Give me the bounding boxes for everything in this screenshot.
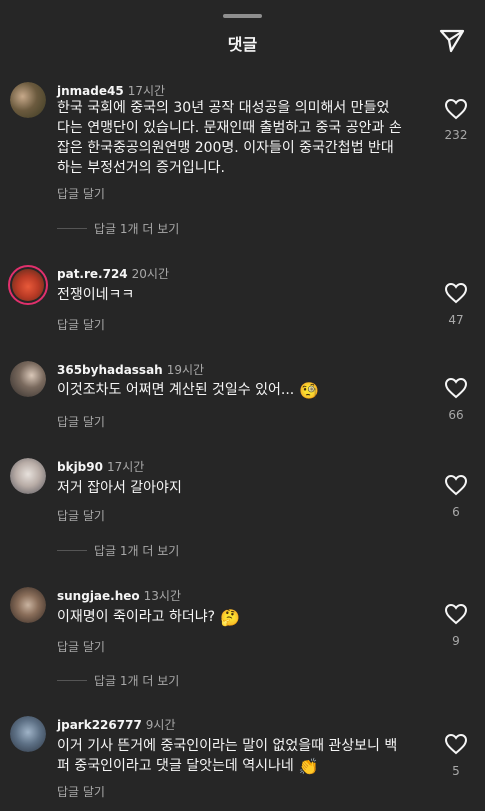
comment-meta: bkjb90 17시간 <box>57 458 144 475</box>
view-more-replies-label: 답글 1개 더 보기 <box>94 674 180 688</box>
thinking-face-emoji: 🤔 <box>220 608 240 627</box>
comment-text: 이것조차도 어쩌면 계산된 것일수 있어... 🧐 <box>57 380 432 400</box>
reply-thread-line <box>57 680 87 681</box>
like-count: 47 <box>448 313 464 327</box>
avatar-image <box>12 269 44 301</box>
timestamp: 13시간 <box>143 589 182 603</box>
avatar[interactable] <box>10 82 46 118</box>
username[interactable]: jpark226777 <box>57 718 142 732</box>
reply-button[interactable]: 답글 달기 <box>57 413 105 430</box>
comment-item: pat.re.724 20시간 전쟁이네ㅋㅋ 답글 달기 47 <box>0 265 485 335</box>
timestamp: 17시간 <box>106 460 145 474</box>
comment-meta: jpark226777 9시간 <box>57 716 176 733</box>
reply-thread-line <box>57 550 87 551</box>
comment-text: 한국 국회에 중국의 30년 공작 대성공을 의미해서 만들었 다는 연맹단이 … <box>57 100 402 176</box>
avatar-image <box>10 458 46 494</box>
comment-meta: 365byhadassah 19시간 <box>57 361 204 378</box>
view-more-replies-button[interactable]: 답글 1개 더 보기 <box>57 672 179 689</box>
avatar[interactable] <box>10 361 46 397</box>
reply-button[interactable]: 답글 달기 <box>57 185 105 202</box>
username[interactable]: bkjb90 <box>57 460 103 474</box>
avatar-image <box>10 82 46 118</box>
comment-text-content: 이것조차도 어쩌면 계산된 것일수 있어... <box>57 382 295 398</box>
view-more-replies-label: 답글 1개 더 보기 <box>94 544 180 558</box>
comment-item: 365byhadassah 19시간 이것조차도 어쩌면 계산된 것일수 있어..… <box>0 361 485 431</box>
comment-text-content: 이재명이 죽이라고 하더냐? <box>57 609 216 625</box>
timestamp: 20시간 <box>131 267 170 281</box>
reply-button[interactable]: 답글 달기 <box>57 507 105 524</box>
heart-icon[interactable] <box>444 603 468 625</box>
view-more-replies-button[interactable]: 답글 1개 더 보기 <box>57 542 179 559</box>
share-button[interactable] <box>438 28 466 54</box>
drag-handle[interactable] <box>223 14 262 18</box>
like-count: 5 <box>452 764 460 778</box>
heart-icon[interactable] <box>444 733 468 755</box>
like-count: 232 <box>444 128 468 142</box>
like-count: 9 <box>452 634 460 648</box>
reply-button[interactable]: 답글 달기 <box>57 638 105 655</box>
timestamp: 9시간 <box>145 718 176 732</box>
comment-item: bkjb90 17시간 저거 잡아서 갈아야지 답글 달기 답글 1개 더 보기 … <box>0 458 485 563</box>
reply-button[interactable]: 답글 달기 <box>57 783 105 800</box>
reply-thread-line <box>57 228 87 229</box>
view-more-replies-button[interactable]: 답글 1개 더 보기 <box>57 220 179 237</box>
avatar[interactable] <box>10 587 46 623</box>
like-count: 6 <box>452 505 460 519</box>
like-count: 66 <box>448 408 464 422</box>
view-more-replies-label: 답글 1개 더 보기 <box>94 222 180 236</box>
heart-icon[interactable] <box>444 474 468 496</box>
comment-meta: pat.re.724 20시간 <box>57 265 169 282</box>
avatar[interactable] <box>10 458 46 494</box>
avatar-image <box>10 361 46 397</box>
face-with-monocle-emoji: 🧐 <box>299 381 320 400</box>
comment-text: 이거 기사 뜬거에 중국인이라는 말이 없었을때 관상보니 백 퍼 중국인이라고… <box>57 736 432 776</box>
avatar[interactable] <box>8 265 48 305</box>
clapping-hands-emoji: 👏 <box>298 757 319 776</box>
send-icon <box>439 29 465 53</box>
comment-text: 이재명이 죽이라고 하더냐? 🤔 <box>57 607 432 627</box>
comment-text: 전쟁이네ㅋㅋ <box>57 287 135 303</box>
comment-meta: jnmade45 17시간 <box>57 82 165 99</box>
username[interactable]: jnmade45 <box>57 84 124 98</box>
avatar-image <box>10 587 46 623</box>
heart-icon[interactable] <box>444 377 468 399</box>
comment-item: jpark226777 9시간 이거 기사 뜬거에 중국인이라는 말이 없었을때 … <box>0 716 485 811</box>
avatar-image <box>10 716 46 752</box>
comment-text: 저거 잡아서 갈아야지 <box>57 480 182 496</box>
timestamp: 19시간 <box>166 363 205 377</box>
comment-meta: sungjae.heo 13시간 <box>57 587 181 604</box>
username[interactable]: sungjae.heo <box>57 589 140 603</box>
comments-sheet: 댓글 jnmade45 17시간 한국 국회에 중국의 30년 공작 대성공을 의… <box>0 0 485 811</box>
comment-item: jnmade45 17시간 한국 국회에 중국의 30년 공작 대성공을 의미해서… <box>0 82 485 242</box>
page-title: 댓글 <box>227 35 258 54</box>
username[interactable]: pat.re.724 <box>57 267 128 281</box>
heart-icon[interactable] <box>444 98 468 120</box>
comment-item: sungjae.heo 13시간 이재명이 죽이라고 하더냐? 🤔 답글 달기 답글… <box>0 587 485 692</box>
avatar[interactable] <box>10 716 46 752</box>
username[interactable]: 365byhadassah <box>57 363 163 377</box>
reply-button[interactable]: 답글 달기 <box>57 316 105 333</box>
heart-icon[interactable] <box>444 282 468 304</box>
timestamp: 17시간 <box>127 84 166 98</box>
comment-text-content: 이거 기사 뜬거에 중국인이라는 말이 없었을때 관상보니 백 퍼 중국인이라고… <box>57 738 398 774</box>
